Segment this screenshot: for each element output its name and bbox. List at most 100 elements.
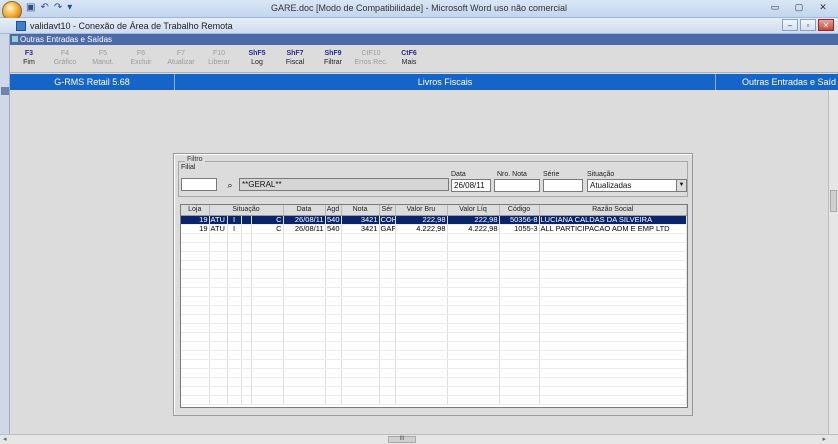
empty-cell [499,359,540,369]
fkey-shf7-fiscal[interactable]: ShF7 Fiscal [278,50,312,66]
empty-cell [227,377,242,387]
empty-cell [447,269,500,279]
empty-cell [379,269,396,279]
column-header[interactable]: Loja [181,205,210,216]
vertical-scrollbar[interactable] [828,90,838,434]
empty-row [181,278,687,288]
column-header[interactable]: Valor Líq [447,205,500,216]
chevron-down-icon[interactable]: ▼ [676,180,686,191]
fkey-f10-liberar[interactable]: F10 Liberar [202,50,236,66]
empty-cell [325,260,342,270]
empty-row [181,251,687,261]
serie-input[interactable] [543,179,583,192]
empty-row [181,386,687,396]
empty-cell [499,305,540,315]
horizontal-scroll-thumb[interactable]: III [388,436,416,443]
situacao-select[interactable]: Atualizadas ▼ [587,179,687,192]
column-header[interactable]: Código [499,205,540,216]
notes-grid[interactable]: Loja Situação Data Agd Nota Sér Valor Br… [180,204,688,408]
fkey-shf9-filtrar[interactable]: ShF9 Filtrar [316,50,350,66]
rdp-close-button[interactable]: ✕ [818,19,834,31]
fkey-label: Erros Rec. [354,59,388,66]
column-header[interactable]: Valor Bru [395,205,448,216]
data-input[interactable]: 26/08/11 [451,179,491,192]
data-label: Data [451,171,466,178]
fkey-f4-grafico[interactable]: F4 Gráfico [48,50,82,66]
table-row[interactable]: 19 ATU I C 26/08/11 540 3421 GAF 4.222,9… [181,224,687,234]
empty-cell [447,287,500,297]
scroll-right-icon[interactable]: ▸ [822,435,826,443]
empty-cell [209,269,228,279]
cell-loja: 19 [181,215,210,225]
empty-cell [379,305,396,315]
empty-cell [499,368,540,378]
app-window-title: Outras Entradas e Saídas [10,34,838,45]
filial-input[interactable] [181,178,217,191]
fkey-label: Excluir [130,59,152,66]
fkey-key: CtF6 [401,50,417,57]
empty-cell [395,287,448,297]
empty-cell [539,287,687,297]
column-header[interactable]: Sér [379,205,396,216]
empty-cell [209,305,228,315]
fkey-shf5-log[interactable]: ShF5 Log [240,50,274,66]
binoculars-search-icon[interactable]: ⌕ [223,179,237,191]
fkey-f7-atualizar[interactable]: F7 Atualizar [164,50,198,66]
empty-cell [283,323,326,333]
fkey-f6-excluir[interactable]: F6 Excluir [124,50,158,66]
notes-table: Loja Situação Data Agd Nota Sér Valor Br… [181,205,687,405]
side-collapse-button[interactable] [1,87,9,95]
nro-nota-label: Nro. Nota [497,171,527,178]
empty-cell [227,305,242,315]
column-header[interactable]: Nota [341,205,380,216]
empty-cell [209,242,228,252]
fkey-f5-manut[interactable]: F5 Manut. [86,50,120,66]
fkey-ctf6-mais[interactable]: CtF6 Mais [392,50,426,66]
fkey-label: Liberar [208,59,230,66]
maximize-button[interactable]: ▢ [790,1,808,13]
empty-cell [395,341,448,351]
situacao-selected-value: Atualizadas [590,181,632,190]
nro-nota-input[interactable] [494,179,540,192]
empty-cell [241,278,252,288]
scroll-left-icon[interactable]: ◂ [3,435,7,443]
minimize-button[interactable]: ▭ [766,1,784,13]
empty-cell [283,359,326,369]
empty-cell [283,233,326,243]
empty-cell [341,278,380,288]
column-header[interactable]: Razão Social [539,205,687,216]
close-button[interactable]: ✕ [814,1,832,13]
vertical-scroll-thumb[interactable] [830,190,837,212]
empty-cell [395,350,448,360]
column-header[interactable]: Situação [209,205,284,216]
fkey-f3-fim[interactable]: F3 Fim [12,50,46,66]
empty-cell [379,260,396,270]
empty-cell [341,260,380,270]
rdp-minimize-button[interactable]: – [782,19,798,31]
column-header[interactable]: Data [283,205,326,216]
horizontal-scrollbar[interactable]: ◂ III ▸ [0,434,838,444]
empty-cell [325,278,342,288]
empty-cell [181,296,210,306]
empty-row [181,269,687,279]
fkey-label: Mais [401,59,417,66]
empty-cell [227,323,242,333]
cell-agd: 540 [325,215,342,225]
empty-cell [181,260,210,270]
empty-cell [251,233,284,243]
empty-cell [379,323,396,333]
table-row[interactable]: 19 ATU I C 26/08/11 540 3421 COH 222,98 … [181,215,687,225]
rdp-restore-button[interactable]: ▫ [800,19,816,31]
empty-cell [283,287,326,297]
empty-cell [241,269,252,279]
fkey-ctf10-erros-rec[interactable]: CtF10 Erros Rec. [354,50,388,66]
cell-loja: 19 [181,224,210,234]
empty-row [181,314,687,324]
empty-cell [251,386,284,396]
empty-cell [395,368,448,378]
column-header[interactable]: Agd [325,205,342,216]
empty-cell [241,350,252,360]
empty-cell [283,377,326,387]
empty-cell [379,242,396,252]
empty-cell [251,278,284,288]
